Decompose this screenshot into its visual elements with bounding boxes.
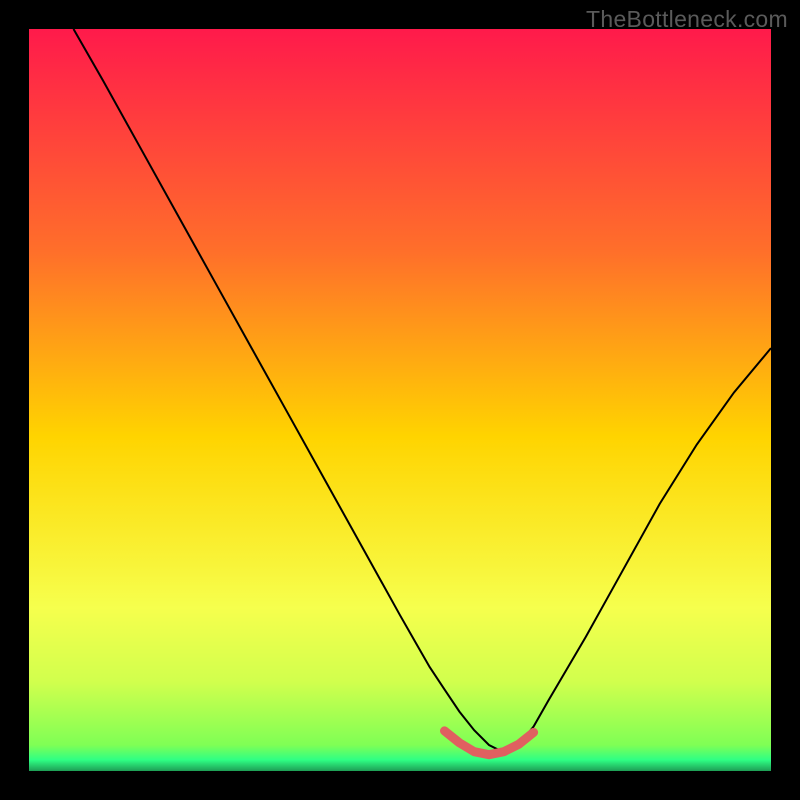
curve-overlay bbox=[29, 29, 771, 771]
plot-area bbox=[29, 29, 771, 771]
watermark-text: TheBottleneck.com bbox=[586, 6, 788, 33]
floor-highlight bbox=[445, 731, 534, 755]
chart-stage: TheBottleneck.com bbox=[0, 0, 800, 800]
bottleneck-curve bbox=[74, 29, 772, 753]
